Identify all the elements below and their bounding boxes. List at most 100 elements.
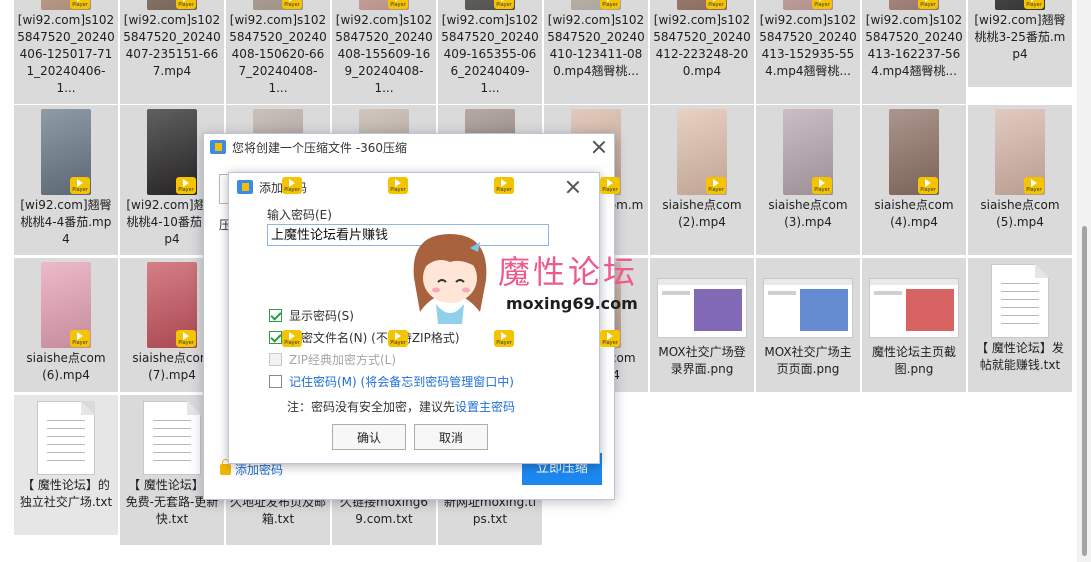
video-thumbnail: Player xyxy=(41,0,91,10)
player-badge-icon: Player xyxy=(1024,177,1044,194)
file-tile[interactable]: Player [wi92.com]s1025847520_20240409-165… xyxy=(438,0,542,104)
file-tile[interactable]: Player [wi92.com]s1025847520_20240413-162… xyxy=(862,0,966,104)
file-tile[interactable]: Player siaishe点com(5).mp4 xyxy=(968,105,1072,255)
player-badge-label: Player xyxy=(1026,2,1042,8)
player-badge-icon: Player xyxy=(494,177,514,194)
video-thumbnail: Player xyxy=(41,262,91,348)
show-password-label: 显示密码(S) xyxy=(289,309,354,323)
compress-dialog-close-icon[interactable] xyxy=(591,139,607,155)
file-tile[interactable]: Player siaishe点com(6).mp4 xyxy=(14,258,118,392)
encrypt-filenames-label: 加密文件名(N) (不支持ZIP格式) xyxy=(289,331,460,345)
file-tile[interactable]: Player siaishe点com(3).mp4 xyxy=(756,105,860,255)
file-tile[interactable]: 【 魔性论坛】发帖就能赚钱.txt xyxy=(968,258,1072,392)
player-badge-icon: Player xyxy=(494,0,514,9)
show-password-option[interactable]: 显示密码(S) xyxy=(269,307,354,324)
player-badge-icon: Player xyxy=(176,177,196,194)
player-badge-label: Player xyxy=(284,340,300,346)
play-icon xyxy=(395,332,401,340)
video-thumbnail: Player xyxy=(889,0,939,10)
cancel-button[interactable]: 取消 xyxy=(414,424,488,450)
vertical-scrollbar[interactable] xyxy=(1077,0,1091,562)
video-thumbnail: Player xyxy=(677,0,727,10)
file-tile[interactable]: Player [wi92.com]s1025847520_20240412-223… xyxy=(650,0,754,104)
player-badge-label: Player xyxy=(708,187,724,193)
file-tile[interactable]: Player [wi92.com]s1025847520_20240406-125… xyxy=(14,0,118,104)
file-name: [wi92.com]s1025847520_20240406-125017-71… xyxy=(17,13,115,95)
player-badge-label: Player xyxy=(72,2,88,8)
file-tile[interactable]: Player [wi92.com]s1025847520_20240407-235… xyxy=(120,0,224,104)
file-tile[interactable]: Player [wi92.com]s1025847520_20240408-155… xyxy=(332,0,436,104)
video-thumbnail: Player xyxy=(995,0,1045,10)
zip-classic-encryption-option: ZIP经典加密方式(L) xyxy=(269,351,396,368)
file-name: MOX社交广场登录界面.png xyxy=(658,345,746,376)
file-tile[interactable]: 【 魔性论坛】的独立社交广场.txt xyxy=(14,395,118,535)
player-badge-icon: Player xyxy=(918,0,938,9)
file-tile[interactable]: Player [wi92.com]s1025847520_20240408-150… xyxy=(226,0,330,104)
player-badge-icon: Player xyxy=(282,177,302,194)
file-name: [wi92.com]翘臀桃桃4-4番茄.mp4 xyxy=(20,198,112,246)
player-badge-icon: Player xyxy=(70,177,90,194)
file-tile[interactable]: Player siaishe点com(2).mp4 xyxy=(650,105,754,255)
file-name: [wi92.com]翘臀桃桃3-25番茄.mp4 xyxy=(974,13,1066,61)
player-badge-icon: Player xyxy=(706,0,726,9)
scrollbar-thumb[interactable] xyxy=(1082,226,1087,556)
player-badge-label: Player xyxy=(390,187,406,193)
player-badge-icon: Player xyxy=(176,0,196,9)
play-icon xyxy=(925,179,931,187)
image-thumbnail xyxy=(763,278,853,338)
player-badge-label: Player xyxy=(602,340,618,346)
video-thumbnail: Player xyxy=(889,109,939,195)
player-badge-icon: Player xyxy=(600,330,620,347)
360zip-logo-icon xyxy=(237,180,253,194)
player-badge-icon: Player xyxy=(600,0,620,9)
play-icon xyxy=(77,179,83,187)
file-name: [wi92.com]s1025847520_20240410-123411-08… xyxy=(547,13,645,78)
ok-button[interactable]: 确认 xyxy=(332,424,406,450)
file-tile[interactable]: Player [wi92.com]s1025847520_20240410-123… xyxy=(544,0,648,104)
show-password-checkbox[interactable] xyxy=(269,309,282,322)
file-name: [wi92.com]s1025847520_20240407-235151-66… xyxy=(123,13,221,78)
encrypt-filenames-checkbox[interactable] xyxy=(269,331,282,344)
video-thumbnail: Player xyxy=(783,109,833,195)
play-icon xyxy=(819,179,825,187)
remember-password-label: 记住密码(M) (将会备忘到密码管理窗口中) xyxy=(289,375,514,389)
password-input-label: 输入密码(E) xyxy=(267,208,332,222)
player-badge-icon: Player xyxy=(1024,0,1044,9)
play-icon xyxy=(183,179,189,187)
file-tile[interactable]: MOX社交广场主页页面.png xyxy=(756,258,860,392)
player-badge-icon: Player xyxy=(70,0,90,9)
file-tile[interactable]: Player [wi92.com]翘臀桃桃4-4番茄.mp4 xyxy=(14,105,118,255)
play-icon xyxy=(289,332,295,340)
player-badge-icon: Player xyxy=(388,330,408,347)
add-password-close-icon[interactable] xyxy=(565,179,581,195)
compress-dialog-title: 您将创建一个压缩文件 -360压缩 xyxy=(232,140,408,155)
player-badge-icon: Player xyxy=(706,177,726,194)
zip-classic-encryption-label: ZIP经典加密方式(L) xyxy=(289,353,397,367)
player-badge-label: Player xyxy=(920,187,936,193)
image-thumbnail xyxy=(657,278,747,338)
player-badge-label: Player xyxy=(496,340,512,346)
set-master-password-link[interactable]: 设置主密码 xyxy=(455,400,515,414)
compress-dialog-titlebar[interactable]: 您将创建一个压缩文件 -360压缩 xyxy=(204,134,614,160)
file-name: [wi92.com]s1025847520_20240409-165355-06… xyxy=(441,13,539,95)
file-tile[interactable]: MOX社交广场登录界面.png xyxy=(650,258,754,392)
player-badge-icon: Player xyxy=(282,330,302,347)
file-name: MOX社交广场主页页面.png xyxy=(764,345,852,376)
file-tile[interactable]: Player [wi92.com]翘臀桃桃3-25番茄.mp4 xyxy=(968,0,1072,87)
player-badge-label: Player xyxy=(814,187,830,193)
file-tile[interactable]: 魔性论坛主页截图.png xyxy=(862,258,966,392)
file-name: [wi92.com]s1025847520_20240413-162237-56… xyxy=(865,13,963,78)
player-badge-label: Player xyxy=(814,2,830,8)
player-badge-icon: Player xyxy=(812,177,832,194)
watermark-title: 魔性论坛 xyxy=(498,253,639,291)
file-tile[interactable]: Player siaishe点com(4).mp4 xyxy=(862,105,966,255)
video-thumbnail: Player xyxy=(783,0,833,10)
cartoon-girl-mascot xyxy=(413,234,487,324)
file-tile[interactable]: Player [wi92.com]s1025847520_20240413-152… xyxy=(756,0,860,104)
remember-password-checkbox[interactable] xyxy=(269,375,282,388)
video-thumbnail: Player xyxy=(359,0,409,10)
text-file-icon xyxy=(991,264,1049,338)
player-badge-label: Player xyxy=(496,187,512,193)
play-icon xyxy=(395,179,401,187)
remember-password-option[interactable]: 记住密码(M) (将会备忘到密码管理窗口中) xyxy=(269,373,514,390)
